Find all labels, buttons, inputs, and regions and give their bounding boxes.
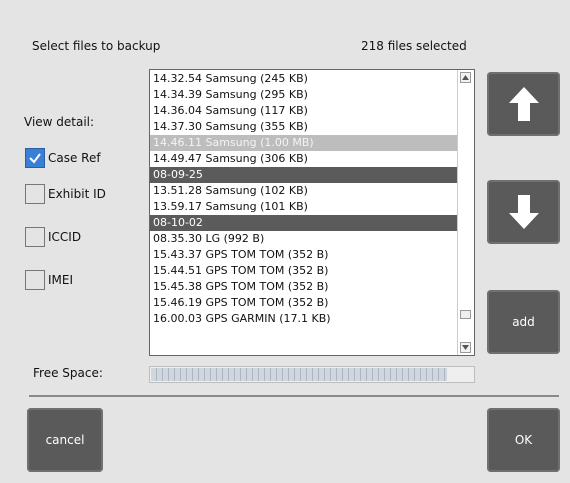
file-rows: 14.32.54 Samsung (245 KB) 14.34.39 Samsun… bbox=[150, 71, 457, 327]
checkbox-unchecked-icon[interactable] bbox=[25, 270, 45, 290]
free-space-fill bbox=[151, 368, 447, 381]
checkbox-unchecked-icon[interactable] bbox=[25, 184, 45, 204]
move-up-button[interactable] bbox=[487, 72, 560, 136]
checkbox-checked-icon[interactable] bbox=[25, 148, 45, 168]
scrollbar[interactable] bbox=[457, 70, 474, 355]
checkbox-iccid[interactable]: ICCID bbox=[25, 225, 81, 249]
file-list-item[interactable]: 14.46.11 Samsung (1.00 MB) bbox=[150, 135, 457, 151]
file-list-item[interactable]: 15.45.38 GPS TOM TOM (352 B) bbox=[150, 279, 457, 295]
file-list-item[interactable]: 15.46.19 GPS TOM TOM (352 B) bbox=[150, 295, 457, 311]
add-button[interactable]: add bbox=[487, 290, 560, 354]
scroll-down-icon[interactable] bbox=[460, 342, 471, 353]
file-list-item[interactable]: 08.35.30 LG (992 B) bbox=[150, 231, 457, 247]
cancel-button[interactable]: cancel bbox=[27, 408, 103, 472]
file-list-item[interactable]: 16.00.03 GPS GARMIN (17.1 KB) bbox=[150, 311, 457, 327]
file-list-item[interactable]: 15.44.51 GPS TOM TOM (352 B) bbox=[150, 263, 457, 279]
file-list-item[interactable]: 13.51.28 Samsung (102 KB) bbox=[150, 183, 457, 199]
date-group-header[interactable]: 08-09-25 bbox=[150, 167, 457, 183]
scroll-thumb[interactable] bbox=[460, 310, 471, 319]
file-list-item[interactable]: 14.49.47 Samsung (306 KB) bbox=[150, 151, 457, 167]
move-down-button[interactable] bbox=[487, 180, 560, 244]
ok-button-label: OK bbox=[514, 433, 533, 447]
checkbox-label: Exhibit ID bbox=[48, 187, 106, 201]
arrow-down-icon bbox=[508, 195, 539, 229]
selection-count: 218 files selected bbox=[361, 39, 467, 53]
arrow-up-icon bbox=[508, 87, 539, 121]
checkbox-label: IMEI bbox=[48, 273, 74, 287]
free-space-bar bbox=[149, 366, 475, 383]
file-list-item[interactable]: 14.32.54 Samsung (245 KB) bbox=[150, 71, 457, 87]
file-list-item[interactable]: 15.43.37 GPS TOM TOM (352 B) bbox=[150, 247, 457, 263]
view-detail-label: View detail: bbox=[24, 115, 95, 129]
checkbox-unchecked-icon[interactable] bbox=[25, 227, 45, 247]
checkbox-imei[interactable]: IMEI bbox=[25, 268, 73, 292]
checkbox-case-ref[interactable]: Case Ref bbox=[25, 146, 101, 170]
file-list-item[interactable]: 14.37.30 Samsung (355 KB) bbox=[150, 119, 457, 135]
scroll-up-icon[interactable] bbox=[460, 72, 471, 83]
checkbox-label: Case Ref bbox=[48, 151, 101, 165]
free-space-label: Free Space: bbox=[33, 366, 103, 380]
dialog-title: Select files to backup bbox=[32, 39, 161, 53]
ok-button[interactable]: OK bbox=[487, 408, 560, 472]
checkbox-label: ICCID bbox=[48, 230, 82, 244]
cancel-button-label: cancel bbox=[45, 433, 85, 447]
date-group-header[interactable]: 08-10-02 bbox=[150, 215, 457, 231]
checkbox-exhibit-id[interactable]: Exhibit ID bbox=[25, 182, 106, 206]
file-list[interactable]: 14.32.54 Samsung (245 KB) 14.34.39 Samsun… bbox=[149, 69, 475, 356]
divider bbox=[29, 395, 559, 397]
file-list-item[interactable]: 14.36.04 Samsung (117 KB) bbox=[150, 103, 457, 119]
file-list-item[interactable]: 14.34.39 Samsung (295 KB) bbox=[150, 87, 457, 103]
add-button-label: add bbox=[512, 315, 535, 329]
file-list-item[interactable]: 13.59.17 Samsung (101 KB) bbox=[150, 199, 457, 215]
